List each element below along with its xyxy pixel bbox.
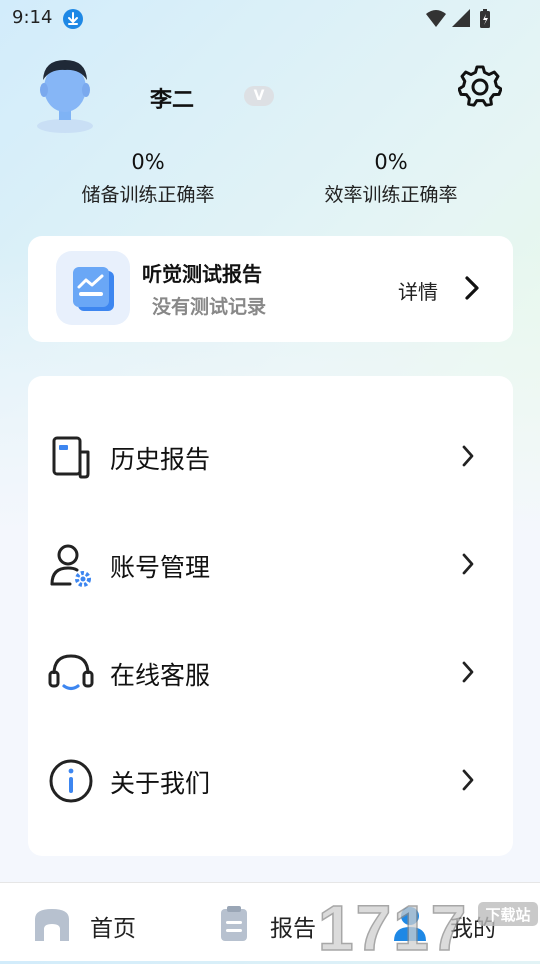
clipboard-icon — [216, 903, 256, 943]
watermark-badge: 下载站 — [485, 906, 530, 924]
menu-item-account-management[interactable]: 账号管理 — [28, 524, 513, 604]
watermark-text: 1717 — [318, 892, 468, 960]
stat-label: 效率训练正确率 — [324, 184, 458, 206]
stat-reserve-accuracy: 0% 储备训练正确率 — [48, 150, 248, 207]
stat-efficiency-accuracy: 0% 效率训练正确率 — [291, 150, 491, 207]
chevron-right-icon — [460, 551, 476, 577]
menu-item-label: 历史报告 — [110, 445, 211, 474]
battery-icon — [480, 9, 490, 28]
menu-item-about-us[interactable]: 关于我们 — [28, 740, 513, 820]
report-detail-link[interactable]: 详情 — [398, 276, 438, 305]
status-bar: 9:14 — [0, 0, 540, 36]
chevron-right-icon[interactable] — [462, 274, 482, 302]
status-time: 9:14 — [12, 7, 53, 28]
report-title: 听觉测试报告 — [142, 262, 262, 286]
download-icon — [63, 9, 83, 29]
home-icon — [32, 903, 72, 943]
menu-item-label: 账号管理 — [110, 553, 211, 582]
system-icons — [424, 8, 500, 34]
nav-label: 首页 — [90, 916, 136, 942]
chevron-right-icon — [460, 767, 476, 793]
menu-item-history-report[interactable]: 历史报告 — [28, 416, 513, 496]
stat-value: 0% — [374, 150, 408, 174]
menu-card: 历史报告 账号管理 在线客服 关于我们 — [28, 376, 513, 856]
report-chart-icon — [56, 251, 130, 325]
report-subtitle: 没有测试记录 — [152, 296, 267, 318]
stat-label: 储备训练正确率 — [81, 184, 215, 206]
menu-item-label: 在线客服 — [110, 661, 211, 690]
user-settings-icon — [48, 542, 94, 588]
username: 李二 — [150, 88, 195, 113]
info-icon — [48, 758, 94, 804]
signal-icon — [452, 9, 470, 27]
nav-item-home[interactable]: 首页 — [30, 883, 150, 961]
site-watermark: 1717 下载站 — [317, 891, 540, 964]
stat-value: 0% — [131, 150, 165, 174]
avatar[interactable] — [32, 56, 98, 134]
settings-gear-icon[interactable] — [457, 64, 503, 108]
nav-label: 报告 — [270, 916, 316, 942]
chevron-right-icon — [460, 659, 476, 685]
chevron-right-icon — [460, 443, 476, 469]
menu-item-online-support[interactable]: 在线客服 — [28, 632, 513, 712]
wifi-icon — [426, 10, 446, 27]
hearing-report-card[interactable]: 听觉测试报告 没有测试记录 详情 — [28, 236, 513, 342]
menu-item-label: 关于我们 — [110, 769, 211, 798]
vip-badge: V — [244, 86, 274, 106]
headset-icon — [48, 650, 94, 696]
document-icon — [48, 434, 94, 480]
